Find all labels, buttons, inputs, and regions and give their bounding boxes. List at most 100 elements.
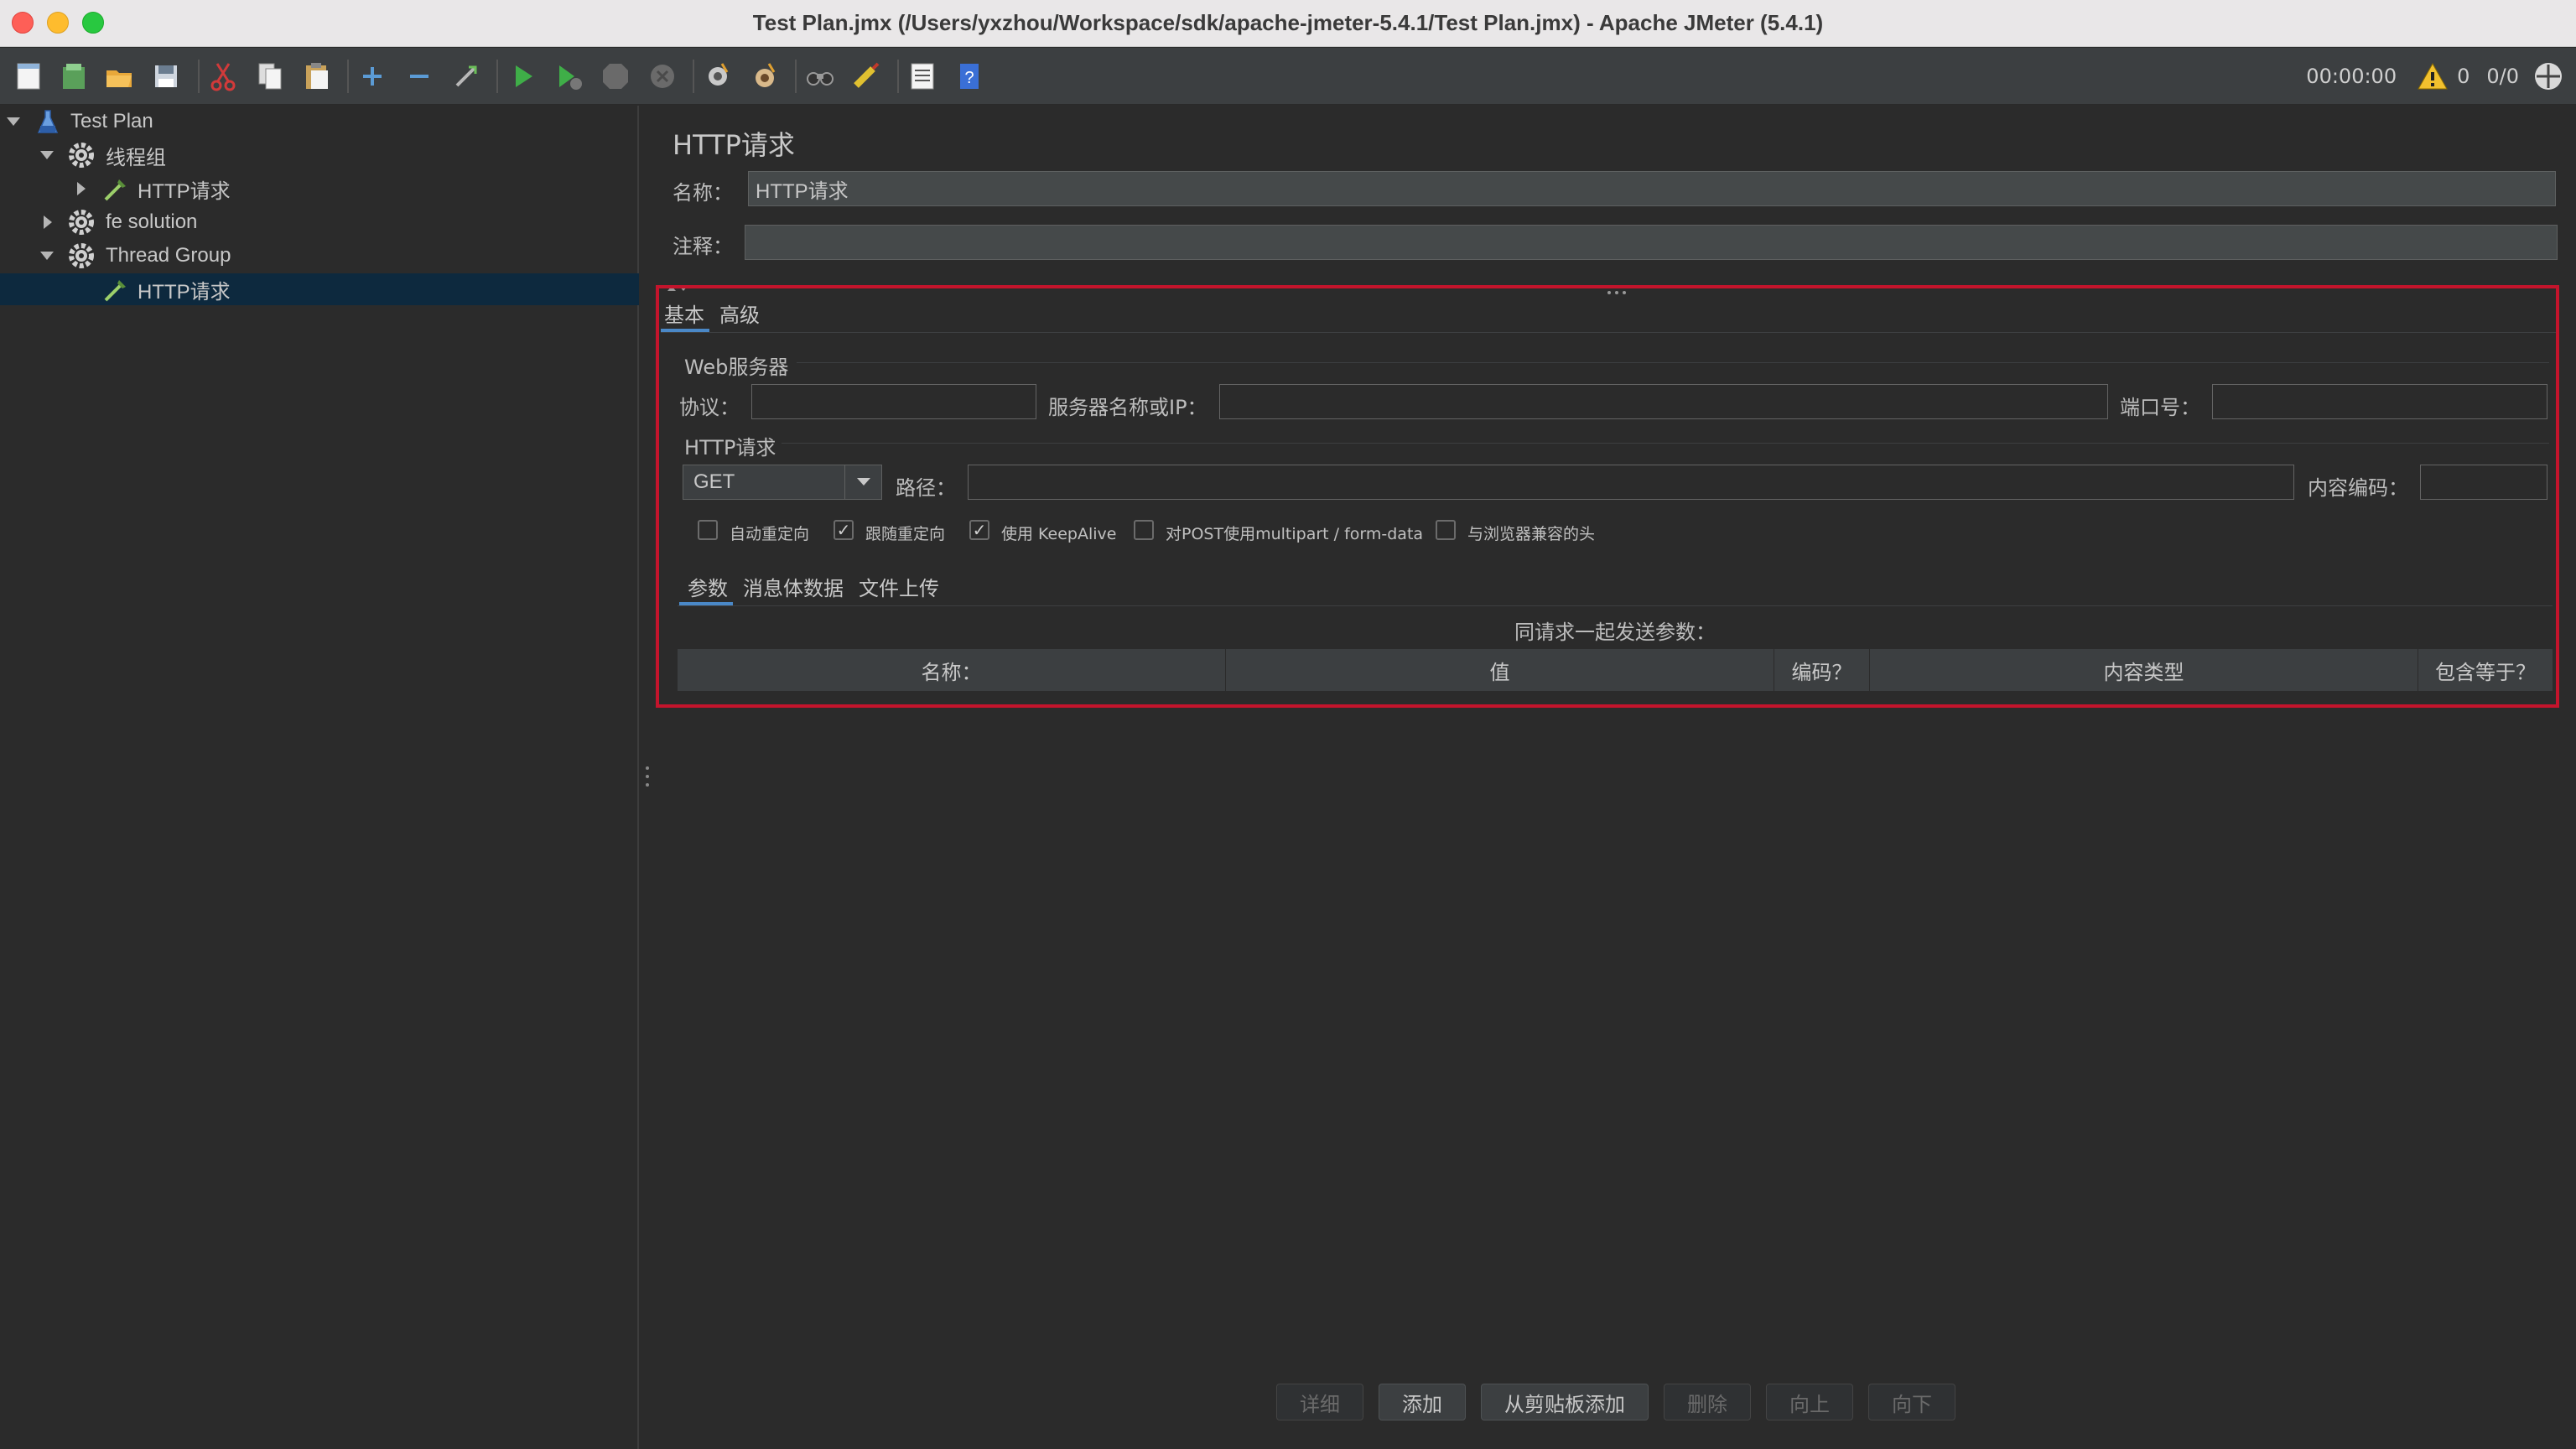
tree-node-label: HTTP请求 — [138, 280, 231, 304]
clear-icon[interactable] — [699, 58, 736, 95]
tab-body-data[interactable]: 消息体数据 — [743, 572, 844, 601]
path-field[interactable] — [968, 465, 2294, 500]
auto-redirect-label: 自动重定向 — [730, 525, 810, 543]
collapse-icon[interactable] — [401, 58, 438, 95]
comment-field[interactable] — [745, 225, 2558, 260]
encoding-field[interactable] — [2420, 465, 2547, 500]
stop-icon[interactable] — [597, 58, 634, 95]
add-button[interactable]: 添加 — [1379, 1384, 1466, 1420]
warning-count: 0 — [2457, 65, 2470, 88]
name-field[interactable]: HTTP请求 — [748, 171, 2556, 206]
gear-icon — [67, 208, 96, 236]
comment-label: 注释： — [673, 235, 733, 258]
tree-node-http-request-1[interactable]: HTTP请求 — [0, 173, 639, 205]
follow-redirect-checkbox[interactable]: ✓ — [834, 520, 854, 540]
tree-node-label: 线程组 — [106, 146, 166, 169]
subtab-divider — [678, 605, 2553, 606]
expand-arrow-icon[interactable] — [40, 151, 54, 159]
section-divider — [782, 443, 2549, 444]
collapse-handle[interactable] — [1607, 277, 1627, 294]
tree-node-test-plan[interactable]: Test Plan — [0, 106, 639, 138]
svg-text:?: ? — [964, 69, 974, 87]
search-icon[interactable] — [802, 58, 839, 95]
browser-headers-checkbox[interactable] — [1436, 520, 1456, 540]
keepalive-checkbox[interactable]: ✓ — [969, 520, 989, 540]
toolbar: ? 00:00:00 0 0/0 — [0, 48, 2576, 105]
encoding-label: 内容编码： — [2308, 476, 2408, 500]
start-icon[interactable] — [505, 58, 542, 95]
expand-icon[interactable] — [354, 58, 391, 95]
server-field[interactable] — [1219, 384, 2108, 419]
function-helper-icon[interactable] — [904, 58, 941, 95]
expand-arrow-icon[interactable] — [40, 252, 54, 260]
maximize-window-button[interactable] — [82, 12, 104, 34]
tab-basic[interactable]: 基本 — [664, 299, 704, 328]
collapse-arrows-icon[interactable] — [666, 275, 691, 291]
open-icon[interactable] — [101, 58, 138, 95]
chevron-down-icon[interactable] — [844, 465, 881, 499]
tree-node-label: HTTP请求 — [138, 179, 231, 203]
reset-search-icon[interactable] — [849, 58, 886, 95]
remote-status-icon[interactable] — [2532, 60, 2564, 92]
method-value: GET — [693, 470, 735, 493]
web-server-section-label: Web服务器 — [684, 356, 789, 379]
name-label: 名称： — [673, 181, 733, 205]
column-header-content-type[interactable]: 内容类型 — [1870, 649, 2418, 691]
keepalive-label: 使用 KeepAlive — [1001, 525, 1117, 543]
multipart-label: 对POST使用multipart / form-data — [1166, 525, 1424, 543]
warning-icon[interactable] — [2417, 62, 2449, 91]
help-icon[interactable]: ? — [951, 58, 988, 95]
collapse-arrow-icon[interactable] — [44, 216, 52, 229]
tab-advanced[interactable]: 高级 — [719, 299, 760, 328]
column-header-name[interactable]: 名称： — [678, 649, 1226, 691]
tree-node-http-request-2[interactable]: HTTP请求 — [0, 273, 639, 305]
save-icon[interactable] — [148, 58, 184, 95]
tab-divider — [661, 332, 2556, 333]
follow-redirect-label: 跟随重定向 — [865, 525, 946, 543]
port-field[interactable] — [2212, 384, 2547, 419]
protocol-field[interactable] — [751, 384, 1036, 419]
gear-icon — [67, 242, 96, 270]
minimize-window-button[interactable] — [47, 12, 69, 34]
detail-button[interactable]: 详细 — [1276, 1384, 1363, 1420]
server-label: 服务器名称或IP： — [1048, 396, 1208, 419]
clear-all-icon[interactable] — [746, 58, 783, 95]
templates-icon[interactable] — [55, 58, 92, 95]
tab-parameters[interactable]: 参数 — [688, 572, 728, 601]
new-icon[interactable] — [10, 58, 47, 95]
move-up-button[interactable]: 向上 — [1766, 1384, 1853, 1420]
tree-node-thread-group-2[interactable]: Thread Group — [0, 240, 639, 272]
protocol-label: 协议： — [679, 396, 740, 419]
cut-icon[interactable] — [205, 58, 242, 95]
collapse-arrow-icon[interactable] — [77, 182, 86, 195]
add-from-clipboard-button[interactable]: 从剪贴板添加 — [1481, 1384, 1649, 1420]
tree-node-fe-solution[interactable]: fe solution — [0, 206, 639, 238]
close-window-button[interactable] — [12, 12, 34, 34]
method-select[interactable]: GET — [683, 465, 882, 500]
move-down-button[interactable]: 向下 — [1868, 1384, 1955, 1420]
page-title: HTTP请求 — [673, 129, 795, 161]
paste-icon[interactable] — [299, 58, 335, 95]
tab-file-upload[interactable]: 文件上传 — [859, 572, 939, 601]
auto-redirect-checkbox[interactable] — [698, 520, 718, 540]
start-no-pause-icon[interactable] — [550, 58, 587, 95]
elapsed-timer: 00:00:00 — [2306, 65, 2397, 88]
pipette-icon — [101, 275, 129, 304]
tree-node-label: Thread Group — [106, 244, 231, 267]
tree-node-thread-group-1[interactable]: 线程组 — [0, 139, 639, 171]
expand-arrow-icon[interactable] — [7, 117, 20, 126]
browser-headers-label: 与浏览器兼容的头 — [1467, 525, 1596, 543]
multipart-checkbox[interactable] — [1134, 520, 1154, 540]
shutdown-icon[interactable] — [644, 58, 681, 95]
column-header-value[interactable]: 值 — [1226, 649, 1774, 691]
section-divider — [797, 362, 2549, 363]
column-header-include-equals[interactable]: 包含等于？ — [2418, 649, 2553, 691]
window-title: Test Plan.jmx (/Users/yxzhou/Workspace/s… — [752, 10, 1824, 35]
column-header-encode[interactable]: 编码？ — [1774, 649, 1870, 691]
copy-icon[interactable] — [252, 58, 288, 95]
test-plan-tree: Test Plan 线程组 HTTP请求 fe solution Thread … — [0, 106, 639, 1449]
delete-button[interactable]: 删除 — [1664, 1384, 1751, 1420]
http-request-section-label: HTTP请求 — [684, 436, 776, 460]
toggle-icon[interactable] — [448, 58, 485, 95]
split-pane-grip[interactable] — [646, 766, 649, 788]
